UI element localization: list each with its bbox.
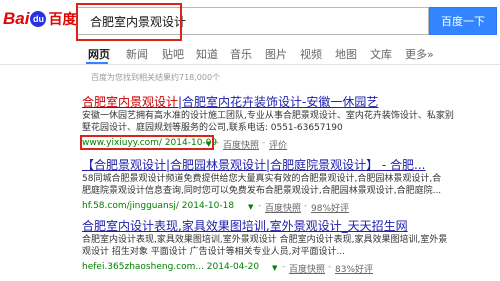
paw-icon: du bbox=[30, 11, 47, 27]
tab-video[interactable]: 视频 bbox=[300, 46, 322, 62]
eval-link[interactable]: 评价 bbox=[269, 138, 287, 151]
annotation-highlight-box bbox=[76, 3, 182, 41]
separator: - bbox=[328, 262, 332, 272]
baidu-logo[interactable]: Bai du 百度 bbox=[3, 7, 76, 31]
search-button[interactable]: 百度一下 bbox=[429, 7, 497, 35]
cache-link[interactable]: 百度快照 bbox=[223, 138, 259, 151]
tab-images[interactable]: 图片 bbox=[265, 46, 287, 62]
eval-link[interactable]: 83%好评 bbox=[335, 262, 373, 275]
logo-du-text: 百度 bbox=[48, 11, 77, 27]
search-input[interactable]: 合肥室内景观设计 bbox=[76, 3, 429, 41]
annotation-highlight-box bbox=[80, 135, 214, 150]
separator: - bbox=[216, 138, 220, 148]
eval-link[interactable]: 98%好评 bbox=[311, 201, 349, 214]
tab-wenku[interactable]: 文库 bbox=[370, 46, 392, 62]
separator: - bbox=[304, 201, 308, 211]
nav-tabs: 网页 新闻 贴吧 知道 音乐 图片 视频 地图 文库 更多» bbox=[0, 40, 500, 65]
header: Bai du 百度 合肥室内景观设计 百度一下 bbox=[0, 0, 500, 41]
tab-news[interactable]: 新闻 bbox=[126, 46, 148, 62]
tab-map[interactable]: 地图 bbox=[335, 46, 357, 62]
cache-link[interactable]: 百度快照 bbox=[265, 201, 301, 214]
dropdown-arrow-icon[interactable]: ▼ bbox=[272, 264, 277, 272]
result-snippet: 合肥室内设计表现,家具效果图培训,室外景观设计 合肥室内设计表现,家具效果图培训… bbox=[82, 235, 448, 245]
result-title[interactable]: 合肥室内设计表现,家具效果图培训,室外景观设计_天天招生网 bbox=[82, 217, 408, 234]
tab-tieba[interactable]: 贴吧 bbox=[162, 46, 184, 62]
result-snippet: 墅花园设计、庭园规划等服务的公司,联系电话: 0551-63657190 bbox=[82, 123, 343, 133]
result-snippet: 58同城合肥景观设计频道免费提供给您大量真实有效的合肥景观设计,合肥园林景观设计… bbox=[82, 174, 442, 184]
active-tab-indicator bbox=[86, 62, 108, 64]
logo-bai-text: Bai bbox=[3, 9, 30, 28]
separator: - bbox=[262, 138, 266, 148]
cache-link[interactable]: 百度快照 bbox=[289, 262, 325, 275]
result-url: hefei.365zhaosheng.com... 2014-04-20 bbox=[82, 262, 260, 272]
result-title[interactable]: 合肥室内景观设计|合肥室内花卉装饰设计-安徽一休园艺 bbox=[82, 93, 378, 110]
separator: - bbox=[282, 262, 286, 272]
tab-music[interactable]: 音乐 bbox=[230, 46, 252, 62]
result-snippet: 观设计 招生对象 平面设计 广告设计等相关专业人员,对平面设计... bbox=[82, 247, 346, 257]
result-title[interactable]: 【合肥景观设计|合肥园林景观设计|合肥庭院景观设计】 - 合肥... bbox=[82, 156, 426, 173]
separator: - bbox=[258, 201, 262, 211]
dropdown-arrow-icon[interactable]: ▼ bbox=[248, 203, 253, 211]
tab-zhidao[interactable]: 知道 bbox=[196, 46, 218, 62]
result-url: hf.58.com/jingguansj/ 2014-10-18 bbox=[82, 201, 235, 211]
result-count: 百度为您找到相关结果约718,000个 bbox=[91, 73, 221, 82]
tab-web[interactable]: 网页 bbox=[88, 46, 110, 62]
tab-more[interactable]: 更多» bbox=[405, 46, 434, 62]
result-snippet: 安徽一休园艺拥有高水准的设计施工团队,专业从事合肥景观设计、室内花卉装饰设计、私… bbox=[82, 111, 454, 121]
result-snippet: 肥庭院景观设计信息查询,同时您可以免费发布合肥景观设计,合肥园林景观设计,合肥庭… bbox=[82, 186, 442, 196]
